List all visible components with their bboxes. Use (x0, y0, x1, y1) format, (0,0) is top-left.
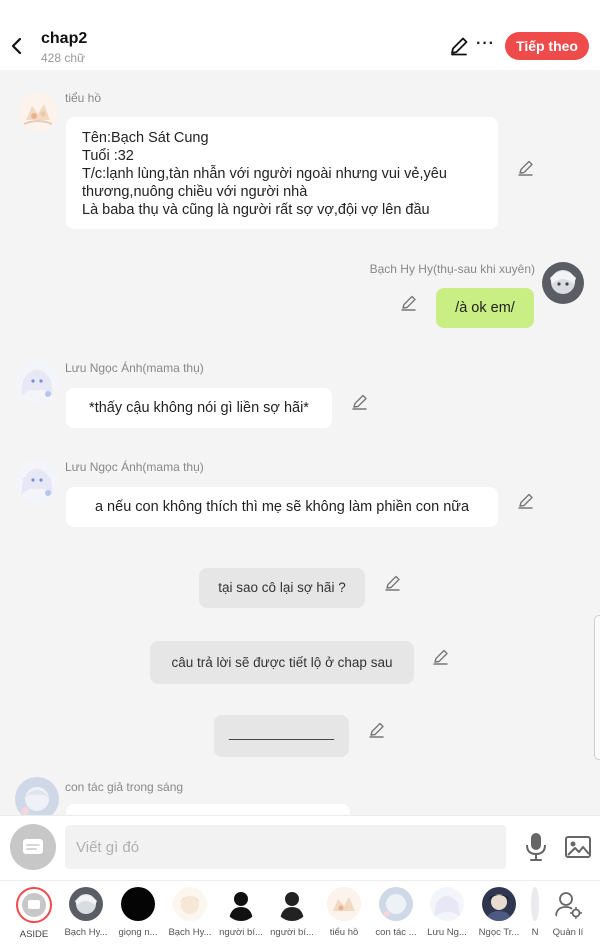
sender-name: tiểu hồ (65, 91, 102, 105)
edit-message-icon[interactable] (516, 158, 536, 178)
sender-name: Bạch Hy Hy(thụ-sau khi xuyên) (369, 262, 535, 276)
sender-name: Lưu Ngọc Ánh(mama thụ) (65, 460, 204, 474)
message-bubble[interactable] (66, 804, 350, 815)
top-bar: chap2 428 chữ ··· Tiếp theo (0, 0, 600, 70)
avatar (430, 887, 464, 921)
avatar-con-tac-gia[interactable] (15, 777, 59, 815)
message-bubble[interactable]: a nếu con không thích thì mẹ sẽ không là… (66, 487, 498, 527)
aside-toggle-button[interactable] (10, 824, 56, 870)
message-composer (0, 815, 600, 880)
sender-name: Lưu Ngọc Ánh(mama thụ) (65, 361, 204, 375)
manage-characters-button[interactable]: Quản lí (542, 887, 594, 938)
edit-message-icon[interactable] (399, 293, 419, 313)
avatar-tieu-ho[interactable] (18, 92, 58, 132)
avatar (121, 887, 155, 921)
avatar (275, 887, 309, 921)
character-label: Lưu Ng... (427, 927, 467, 938)
message-line: Là baba thụ và cũng là người rất sợ vợ,đ… (82, 202, 430, 218)
character-label: người bí... (270, 927, 314, 938)
character-nguoi-bi-an-2[interactable]: người bí... (266, 887, 318, 938)
avatar (173, 887, 207, 921)
character-label: người bí... (219, 927, 263, 938)
character-label: Bạch Hy... (168, 927, 212, 938)
character-nguoi-bi-an-1[interactable]: người bí... (215, 887, 267, 938)
chat-area: tiểu hồ Tên:Bạch Sát Cung Tuổi :32 T/c:l… (0, 70, 600, 815)
message-bubble[interactable]: /à ok em/ (436, 288, 534, 328)
edit-message-icon[interactable] (350, 392, 370, 412)
back-icon[interactable] (8, 34, 28, 58)
avatar (224, 887, 258, 921)
edit-message-icon[interactable] (431, 647, 451, 667)
edit-message-icon[interactable] (367, 720, 387, 740)
avatar (327, 887, 361, 921)
next-chapter-button[interactable]: Tiếp theo (505, 32, 589, 60)
character-bach-hy-1[interactable]: Bạch Hy... (60, 887, 112, 938)
avatar (531, 887, 539, 921)
avatar-luu-ngoc-anh[interactable] (15, 360, 59, 404)
more-options-button[interactable]: ··· (476, 35, 496, 57)
character-label: ASIDE (19, 929, 49, 940)
character-tieu-ho[interactable]: tiểu hồ (318, 887, 370, 938)
narration-bubble[interactable]: ______________ (214, 715, 349, 757)
character-giong-noi[interactable]: giọng n... (112, 887, 164, 938)
edit-message-icon[interactable] (516, 491, 536, 511)
narration-bubble[interactable]: câu trả lời sẽ được tiết lộ ở chap sau (150, 641, 414, 684)
character-luu-ngoc-anh[interactable]: Lưu Ng... (421, 887, 473, 938)
chat-story-editor: chap2 428 chữ ··· Tiếp theo tiểu hồ Tên:… (0, 0, 600, 945)
character-label: con tác ... (375, 927, 417, 938)
avatar (379, 887, 413, 921)
sender-name: con tác giả trong sáng (65, 780, 184, 794)
message-line: Tuổi :32 (82, 148, 134, 164)
character-label: Ngọc Tr... (478, 927, 520, 938)
character-label: tiểu hồ (329, 927, 359, 938)
chapter-title: chap2 (41, 30, 88, 47)
character-aside[interactable]: ASIDE (8, 887, 60, 940)
user-settings-icon (551, 887, 585, 921)
character-label: Bạch Hy... (64, 927, 108, 938)
aside-icon (16, 887, 52, 923)
character-label: giọng n... (118, 927, 158, 938)
edit-pencil-icon[interactable] (448, 35, 470, 57)
character-label: Quản lí (552, 927, 584, 938)
scroll-handle[interactable] (594, 615, 600, 760)
avatar (482, 887, 516, 921)
avatar-luu-ngoc-anh[interactable] (15, 459, 59, 503)
edit-message-icon[interactable] (383, 573, 403, 593)
microphone-icon[interactable] (523, 831, 549, 863)
character-con-tac-gia[interactable]: con tác ... (370, 887, 422, 938)
character-selector: ASIDE Bạch Hy... giọng n... Bạch Hy... n… (0, 880, 600, 945)
word-count: 428 chữ (41, 51, 86, 65)
message-line: Tên:Bạch Sát Cung (82, 130, 209, 146)
message-bubble[interactable]: Tên:Bạch Sát Cung Tuổi :32 T/c:lạnh lùng… (66, 117, 498, 229)
character-bach-hy-2[interactable]: Bạch Hy... (164, 887, 216, 938)
avatar-bach-hy-hy[interactable] (542, 262, 584, 304)
message-bubble[interactable]: *thấy cậu không nói gì liền sợ hãi* (66, 388, 332, 428)
narration-bubble[interactable]: tại sao cô lại sợ hãi ? (199, 568, 365, 608)
character-ngoc-tr[interactable]: Ngọc Tr... (473, 887, 525, 938)
image-icon[interactable] (564, 834, 592, 860)
message-input[interactable] (65, 825, 506, 869)
message-line: thương,nuông chiều với người nhà (82, 184, 308, 200)
message-line: T/c:lạnh lùng,tàn nhẫn với người ngoài n… (82, 166, 447, 182)
avatar (69, 887, 103, 921)
